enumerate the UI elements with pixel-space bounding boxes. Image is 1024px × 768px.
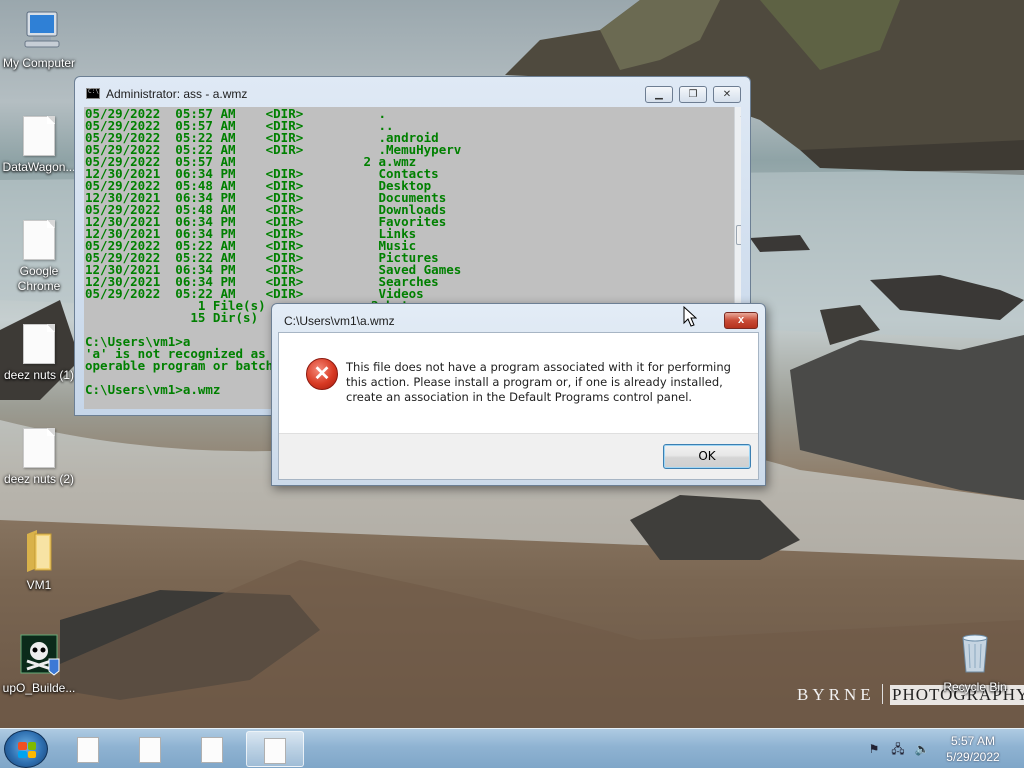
- action-center-flag-icon[interactable]: ⚑: [866, 741, 882, 757]
- scrollbar-thumb[interactable]: [736, 225, 741, 245]
- desktop-icon-label: My Computer: [2, 56, 76, 70]
- taskbar-button-1[interactable]: [60, 731, 118, 767]
- desktop-icon-label: deez nuts (2): [3, 472, 75, 486]
- desktop-icon-label: DataWagon...: [2, 160, 76, 174]
- desktop-icon-deez-nuts-1[interactable]: deez nuts (1): [1, 324, 77, 383]
- close-button[interactable]: ✕: [713, 86, 741, 103]
- computer-icon: [24, 11, 60, 48]
- console-title: Administrator: ass - a.wmz: [106, 87, 248, 101]
- desktop-icon-label: upO_Builde...: [2, 681, 76, 695]
- desktop-icon-datawagon[interactable]: DataWagon...: [1, 116, 77, 175]
- desktop-icon-google-chrome[interactable]: Google Chrome: [1, 220, 77, 294]
- taskbar: ⚑ 🖧 🔈 5:57 AM 5/29/2022: [0, 728, 1024, 768]
- desktop-icon-recycle-bin[interactable]: Recycle Bin: [937, 632, 1013, 695]
- console-titlebar[interactable]: Administrator: ass - a.wmz ▁ ❐ ✕: [75, 77, 750, 107]
- file-icon: [23, 428, 55, 468]
- console-app-icon: [86, 88, 100, 99]
- file-icon: [23, 324, 55, 364]
- windows-start-icon[interactable]: [4, 730, 48, 768]
- error-icon: ✕: [306, 358, 338, 390]
- taskbar-button-2[interactable]: [122, 731, 180, 767]
- taskbar-button-4-active[interactable]: [246, 731, 304, 767]
- volume-icon[interactable]: 🔈: [914, 741, 930, 757]
- desktop-icon-my-computer[interactable]: My Computer: [1, 10, 77, 71]
- desktop-icon-label: Google Chrome: [17, 264, 61, 293]
- file-icon: [201, 737, 223, 763]
- desktop-icon-vm1[interactable]: VM1: [1, 528, 77, 593]
- network-icon[interactable]: 🖧: [890, 741, 906, 757]
- clock-date: 5/29/2022: [946, 750, 1000, 764]
- system-clock[interactable]: 5:57 AM 5/29/2022: [936, 733, 1010, 765]
- error-dialog[interactable]: C:\Users\vm1\a.wmz x ✕ This file does no…: [271, 303, 766, 486]
- taskbar-button-3[interactable]: [184, 731, 242, 767]
- dialog-message: This file does not have a program associ…: [346, 360, 731, 404]
- recycle-bin-icon: [962, 634, 988, 673]
- mouse-pointer-icon: [683, 306, 697, 327]
- dialog-body: ✕ This file does not have a program asso…: [278, 332, 759, 480]
- scroll-up-arrow-icon[interactable]: ▲: [735, 107, 741, 123]
- restore-button[interactable]: ❐: [679, 86, 707, 103]
- photo-credit-divider: [882, 684, 883, 704]
- ok-button[interactable]: OK: [663, 444, 751, 469]
- file-icon: [139, 737, 161, 763]
- dialog-title: C:\Users\vm1\a.wmz: [284, 314, 395, 328]
- file-icon: [264, 738, 286, 764]
- skull-app-icon: [20, 634, 60, 676]
- desktop-icon-label: Recycle Bin: [943, 680, 1007, 694]
- folder-icon: [27, 530, 52, 572]
- dialog-button-bar: OK: [279, 433, 758, 479]
- desktop-icon-deez-nuts-2[interactable]: deez nuts (2): [1, 428, 77, 487]
- minimize-button[interactable]: ▁: [645, 86, 673, 103]
- file-icon: [23, 220, 55, 260]
- file-icon: [23, 116, 55, 156]
- clock-time: 5:57 AM: [950, 734, 996, 748]
- photo-credit-left: BYRNE: [797, 685, 875, 704]
- desktop-icon-label: VM1: [26, 578, 52, 592]
- desktop-icon-upo-builder[interactable]: upO_Builde...: [1, 633, 77, 696]
- dialog-close-button[interactable]: x: [724, 312, 758, 329]
- desktop-icon-label: deez nuts (1): [3, 368, 75, 382]
- file-icon: [77, 737, 99, 763]
